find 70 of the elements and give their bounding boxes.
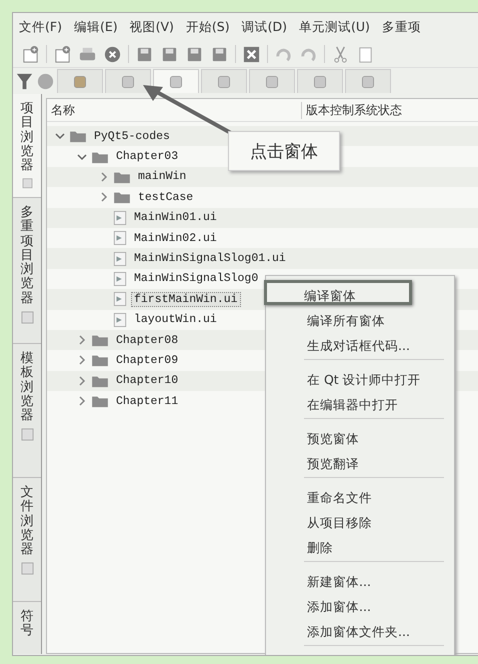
tree-item[interactable]: Chapter09 [113, 352, 182, 368]
chevron-down-icon[interactable] [55, 131, 65, 142]
form-file-icon [113, 210, 127, 225]
menu-item[interactable]: 调试(D) [242, 19, 288, 35]
context-menu-item[interactable]: 预览翻译 [266, 448, 454, 473]
chevron-down-icon[interactable] [77, 152, 87, 162]
new-file-icon[interactable] [53, 44, 72, 64]
folder-icon [113, 170, 131, 184]
form-file-icon [113, 312, 127, 327]
context-menu-item[interactable]: 新建窗体... [266, 566, 454, 591]
folder-icon [91, 353, 109, 368]
chevron-right-icon[interactable] [77, 376, 87, 386]
context-menu-item[interactable]: 在 Qt 设计师中打开 [266, 364, 454, 389]
context-menu-item[interactable]: 编译所有窗体 [266, 305, 454, 330]
context-menu-item[interactable]: 从项目移除 [266, 507, 454, 532]
context-menu-item[interactable]: 生成对话框代码... [266, 330, 454, 355]
sidebar-tab[interactable]: 文件浏览器 [13, 478, 41, 602]
sidebar-tab[interactable]: 项目浏览器 [13, 94, 41, 198]
tree-item[interactable]: Chapter11 [113, 394, 182, 409]
menu-item[interactable]: 单元测试(U) [299, 19, 370, 35]
chevron-right-icon[interactable] [77, 355, 87, 366]
form-file-icon [113, 252, 127, 266]
column-header[interactable]: 名称 [47, 102, 302, 118]
context-menu-item[interactable]: 删除 [266, 532, 454, 557]
tree-item[interactable]: Chapter03 [113, 149, 182, 164]
chevron-right-icon[interactable] [99, 172, 109, 182]
context-menu-item[interactable]: 添加窗体... [266, 591, 454, 616]
column-header[interactable]: 版本控制系统状态 [302, 102, 406, 118]
menu-item[interactable]: 视图(V) [130, 19, 174, 35]
sidebar-tab[interactable]: 模板浏览器 [13, 344, 41, 478]
sidebar-tab[interactable]: 多重项目浏览器 [13, 198, 41, 344]
form-file-icon [113, 231, 127, 246]
tree-item[interactable]: MainWin01.ui [131, 210, 220, 226]
browser-tab[interactable] [105, 69, 151, 93]
folder-icon [91, 394, 109, 408]
folder-icon [113, 190, 131, 204]
close-circle-icon[interactable] [103, 44, 122, 64]
folder-icon [91, 374, 109, 388]
context-menu-item[interactable]: 添加窗体文件夹... [266, 616, 454, 641]
close-icon[interactable] [242, 44, 261, 64]
context-menu-item[interactable]: 重命名文件 [266, 482, 454, 507]
tree-item[interactable]: testCase [135, 190, 196, 205]
chevron-right-icon[interactable] [99, 192, 109, 202]
tree-item[interactable]: firstMainWin.ui [131, 292, 241, 307]
browser-tab[interactable] [153, 69, 199, 93]
filter-icon[interactable] [15, 72, 34, 90]
menu-item[interactable]: 编辑(E) [74, 19, 118, 35]
tree-item[interactable]: Chapter08 [113, 332, 182, 348]
new-window-icon[interactable] [21, 44, 40, 64]
tree-item[interactable]: MainWinSignalSlog0 [131, 271, 262, 286]
form-file-icon [113, 272, 127, 286]
tree-item[interactable]: MainWin02.ui [131, 230, 220, 246]
sidebar-tab[interactable]: 符号 [13, 602, 41, 654]
chevron-right-icon[interactable] [77, 396, 87, 406]
tree-item[interactable]: Chapter10 [113, 373, 182, 388]
context-menu-item[interactable]: 预览窗体 [266, 423, 454, 448]
form-file-icon [113, 292, 127, 306]
tree-item[interactable]: layoutWin.ui [131, 312, 220, 328]
context-menu-item[interactable]: 编译窗体 [264, 280, 412, 305]
tree-item[interactable]: PyQt5-codes [91, 128, 173, 144]
context-menu-item[interactable]: 在编辑器中打开 [266, 389, 454, 414]
tree-item[interactable]: mainWin [135, 169, 190, 184]
menu-item[interactable]: 多重项 [382, 19, 421, 35]
callout-label: 点击窗体 [228, 131, 340, 171]
folder-icon [91, 150, 109, 164]
chevron-right-icon[interactable] [77, 335, 87, 346]
menu-item[interactable]: 开始(S) [186, 19, 230, 35]
folder-icon [69, 129, 87, 144]
folder-icon [91, 333, 109, 348]
menu-item[interactable]: 文件(F) [19, 19, 62, 35]
